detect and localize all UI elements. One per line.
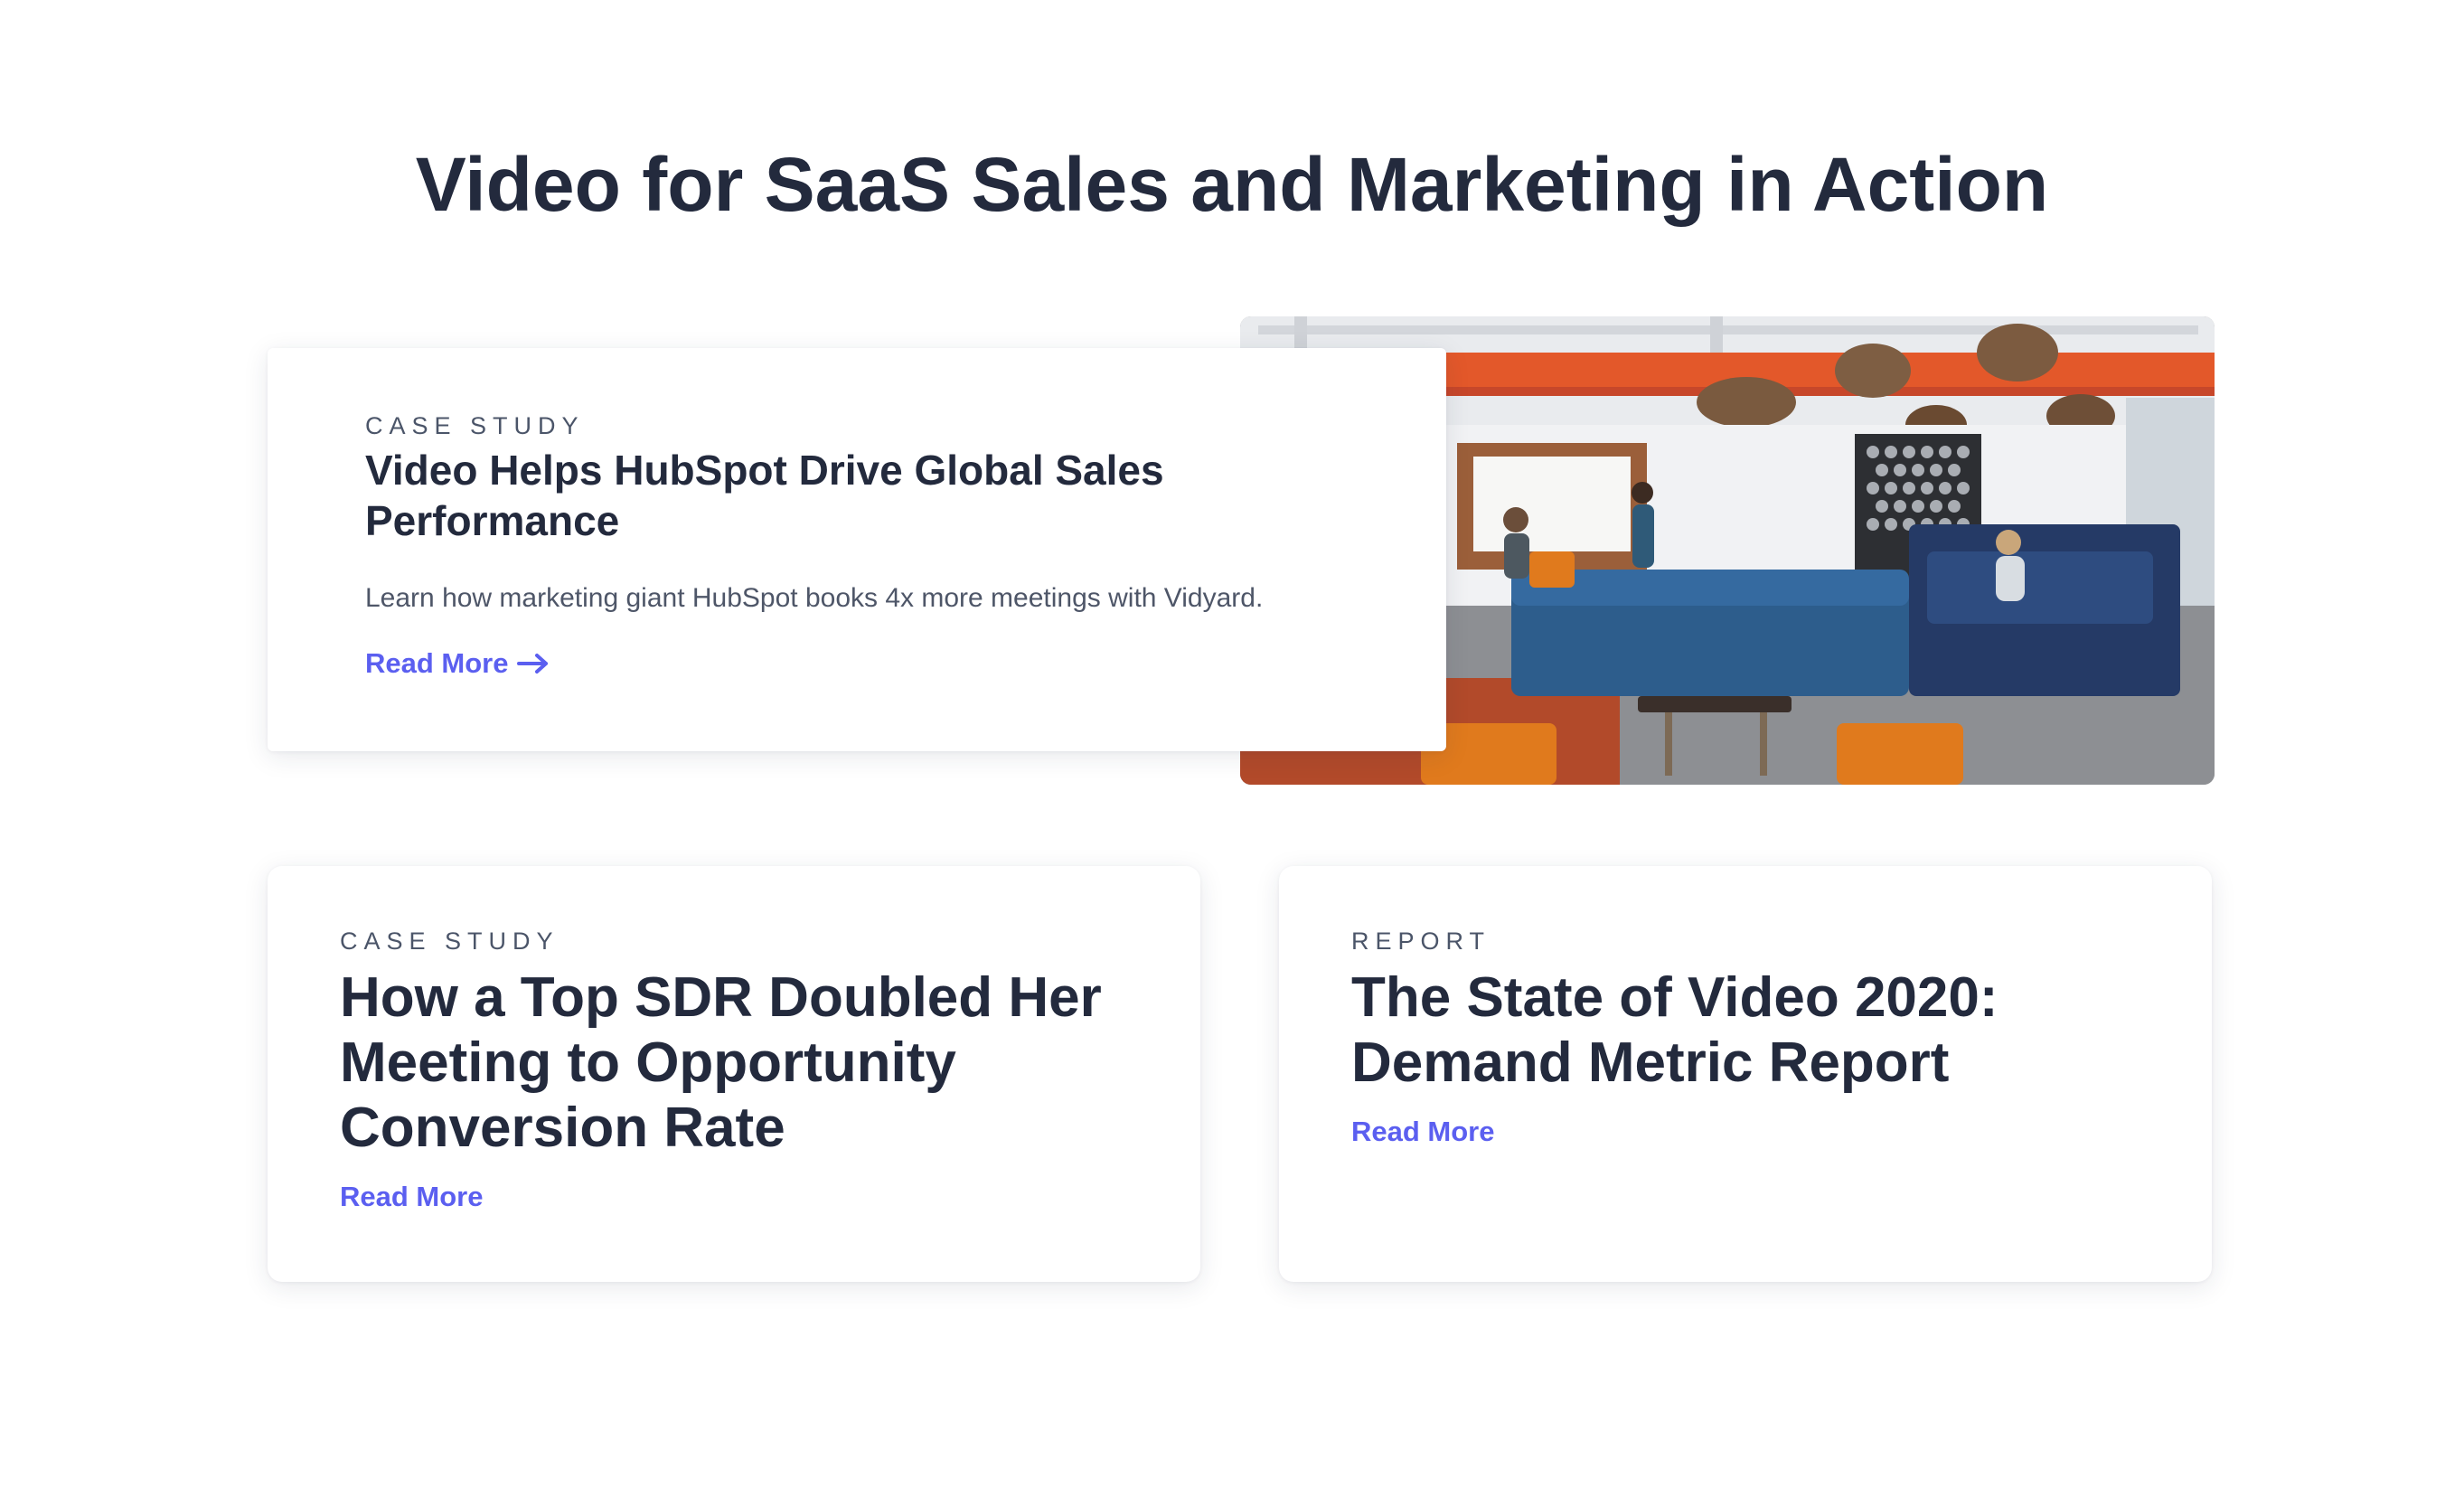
read-more-label: Read More [365,647,509,679]
arrow-right-icon [517,654,549,673]
section-title: Video for SaaS Sales and Marketing in Ac… [415,142,2049,227]
featured-description: Learn how marketing giant HubSpot books … [365,583,1264,613]
featured-case-study-card[interactable]: CASE STUDY Video Helps HubSpot Drive Glo… [268,348,1446,751]
resources-section: Video for SaaS Sales and Marketing in Ac… [0,0,2464,1488]
card-read-more-link[interactable]: Read More [340,1179,483,1215]
case-study-card[interactable]: CASE STUDY How a Top SDR Doubled Her Mee… [268,866,1200,1282]
featured-read-more-link[interactable]: Read More [365,645,550,682]
report-card[interactable]: REPORT The State of Video 2020: Demand M… [1279,866,2212,1282]
featured-eyebrow: CASE STUDY [365,412,585,439]
card-title: How a Top SDR Doubled Her Meeting to Opp… [340,966,1102,1159]
card-title: The State of Video 2020: Demand Metric R… [1351,966,1998,1094]
card-eyebrow: REPORT [1351,928,1491,955]
featured-title: Video Helps HubSpot Drive Global Sales P… [365,447,1164,544]
card-eyebrow: CASE STUDY [340,928,560,955]
card-read-more-link[interactable]: Read More [1351,1114,1494,1150]
